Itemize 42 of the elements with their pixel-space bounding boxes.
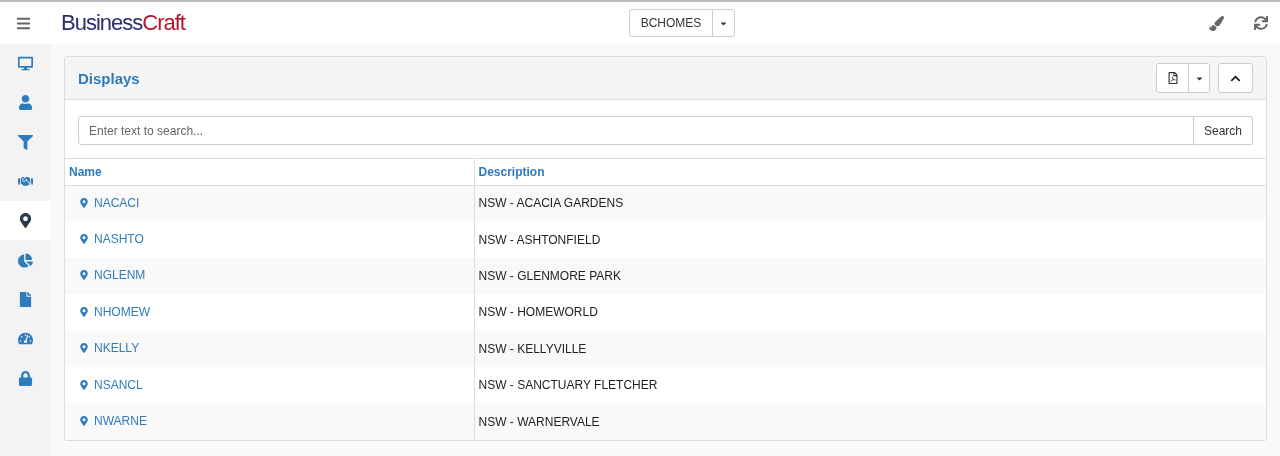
map-pin-icon <box>17 213 33 229</box>
paintbrush-icon[interactable] <box>1209 15 1224 31</box>
file-icon <box>17 291 33 307</box>
display-link[interactable]: NGLENM <box>79 268 146 283</box>
gauge-icon <box>17 331 33 347</box>
map-pin-icon <box>79 379 89 390</box>
display-link[interactable]: NSANCL <box>79 377 143 392</box>
display-link[interactable]: NACACI <box>79 195 140 210</box>
lock-icon <box>17 370 33 386</box>
table-cell: NSW - KELLYVILLE <box>478 341 587 356</box>
table-cell: NSW - SANCTUARY FLETCHER <box>478 378 658 393</box>
pdf-export-button[interactable] <box>1157 64 1188 92</box>
table-cell: NSW - HOMEWORLD <box>478 305 598 320</box>
map-pin-icon <box>79 416 89 427</box>
pdf-file-icon <box>1166 72 1179 84</box>
filter-icon <box>17 134 33 150</box>
display-link[interactable]: NKELLY <box>79 341 140 356</box>
display-link[interactable]: NHOMEW <box>79 304 150 319</box>
map-pin-icon <box>79 270 89 281</box>
table-cell: NSW - ACACIA GARDENS <box>478 196 624 211</box>
column-header[interactable]: Description <box>474 159 1266 185</box>
sidebar-item[interactable] <box>0 201 50 241</box>
display-link[interactable]: NWARNE <box>79 414 147 429</box>
menu-icon[interactable] <box>16 15 31 31</box>
panel-title: Displays <box>78 69 141 87</box>
map-pin-icon <box>79 306 89 317</box>
map-pin-icon <box>79 234 89 245</box>
search-button[interactable]: Search <box>1193 116 1253 145</box>
map-pin-icon <box>79 343 89 354</box>
table-cell: NSW - WARNERVALE <box>478 414 600 429</box>
display-link[interactable]: NASHTO <box>79 232 144 247</box>
logo: BusinessCraft <box>61 10 185 36</box>
refresh-icon[interactable] <box>1254 16 1268 30</box>
collapse-button[interactable] <box>1218 63 1253 93</box>
map-pin-icon <box>79 197 89 208</box>
table-cell: NSW - GLENMORE PARK <box>478 268 621 283</box>
monitor-icon <box>17 56 33 72</box>
search-field[interactable]: Enter text to search... <box>78 116 1194 145</box>
user-icon <box>17 95 33 111</box>
table-cell: NSW - ASHTONFIELD <box>478 232 601 247</box>
pie-chart-icon <box>17 252 33 268</box>
column-header[interactable]: Name <box>65 159 474 185</box>
